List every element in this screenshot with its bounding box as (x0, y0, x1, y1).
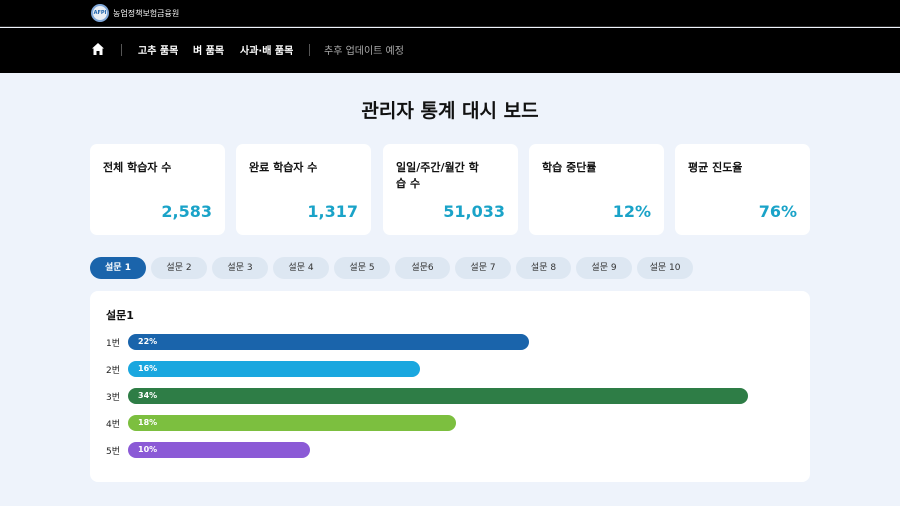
tab-survey-8[interactable]: 설문 8 (516, 257, 571, 279)
bar-value-label: 34% (138, 391, 158, 400)
stat-card-dropout-rate: 학습 중단률 12% (529, 144, 664, 235)
bar-value-label: 18% (138, 418, 158, 427)
page-title: 관리자 통계 대시 보드 (361, 100, 539, 122)
nav-divider (309, 44, 310, 56)
stat-card-avg-progress: 평균 진도율 76% (675, 144, 810, 235)
bar-4: 18% (128, 415, 456, 431)
stat-card-study-count: 일일/주간/월간 학습 수 51,033 (383, 144, 518, 235)
bar-category-label: 4번 (106, 420, 121, 430)
bar-3: 34% (128, 388, 748, 404)
nav-item-apple-pear[interactable]: 사과·배 품목 (240, 42, 293, 57)
stat-value: 51,033 (443, 202, 505, 221)
bar-2: 16% (128, 361, 420, 377)
stat-value: 12% (612, 202, 651, 221)
tab-survey-4[interactable]: 설문 4 (273, 257, 329, 279)
main-nav: 고추 품목 벼 품목 사과·배 품목 추후 업데이트 예정 (0, 28, 900, 73)
bar-value-label: 16% (138, 364, 158, 373)
nav-item-rice[interactable]: 벼 품목 (193, 42, 224, 57)
bar-category-label: 2번 (106, 366, 121, 376)
stat-label: 평균 진도율 (688, 161, 743, 174)
stat-label: 학습 중단률 (542, 161, 597, 174)
bar-value-label: 10% (138, 445, 158, 454)
chart-title: 설문1 (106, 309, 134, 322)
tab-survey-3[interactable]: 설문 3 (212, 257, 268, 279)
stat-label: 일일/주간/월간 학습 수 (396, 161, 479, 190)
stat-value: 76% (758, 202, 797, 221)
bar-category-label: 5번 (106, 447, 121, 457)
stat-label: 완료 학습자 수 (249, 161, 318, 174)
tab-survey-9[interactable]: 설문 9 (576, 257, 632, 279)
bar-category-label: 3번 (106, 393, 121, 403)
logo-icon[interactable]: AFPI (91, 4, 109, 22)
tab-survey-5[interactable]: 설문 5 (334, 257, 390, 279)
tab-survey-1[interactable]: 설문 1 (90, 257, 146, 279)
bar-category-label: 1번 (106, 339, 121, 349)
logo-text: AFPI (93, 10, 107, 16)
stat-card-completed-learners: 완료 학습자 수 1,317 (236, 144, 371, 235)
home-icon[interactable] (91, 42, 105, 56)
nav-update-note: 추후 업데이트 예정 (324, 46, 404, 57)
tab-survey-7[interactable]: 설문 7 (455, 257, 511, 279)
survey-chart-panel: 설문1 1번 22% 2번 16% 3번 34% 4번 18% 5번 10% (90, 291, 810, 482)
tab-survey-2[interactable]: 설문 2 (151, 257, 207, 279)
top-bar: AFPI 농업정책보험금융원 (0, 0, 900, 27)
nav-divider (121, 44, 122, 56)
stat-label: 전체 학습자 수 (103, 161, 172, 174)
bar-5: 10% (128, 442, 310, 458)
org-name[interactable]: 농업정책보험금융원 (113, 8, 179, 19)
stat-value: 2,583 (161, 202, 212, 221)
bar-1: 22% (128, 334, 529, 350)
stat-card-total-learners: 전체 학습자 수 2,583 (90, 144, 225, 235)
stat-value: 1,317 (307, 202, 358, 221)
tab-survey-10[interactable]: 설문 10 (637, 257, 693, 279)
tab-survey-6[interactable]: 설문6 (395, 257, 450, 279)
nav-item-pepper[interactable]: 고추 품목 (138, 42, 178, 57)
bar-value-label: 22% (138, 337, 158, 346)
